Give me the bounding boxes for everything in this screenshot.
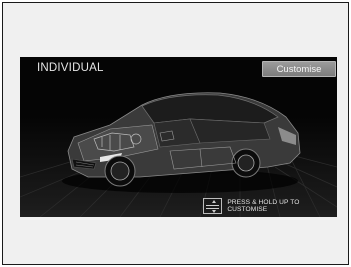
- customise-hint: PRESS & HOLD UP TO CUSTOMISE: [203, 196, 337, 216]
- figure-frame: INDIVIDUAL Customise PRESS & HOLD UP TO …: [2, 2, 349, 265]
- hint-text: PRESS & HOLD UP TO CUSTOMISE: [227, 199, 300, 213]
- drive-mode-screen: INDIVIDUAL Customise PRESS & HOLD UP TO …: [20, 57, 337, 217]
- customise-button[interactable]: Customise: [262, 61, 336, 77]
- car-illustration: [62, 92, 301, 193]
- up-down-selector-icon: [203, 198, 223, 214]
- drive-mode-label: INDIVIDUAL: [37, 62, 104, 74]
